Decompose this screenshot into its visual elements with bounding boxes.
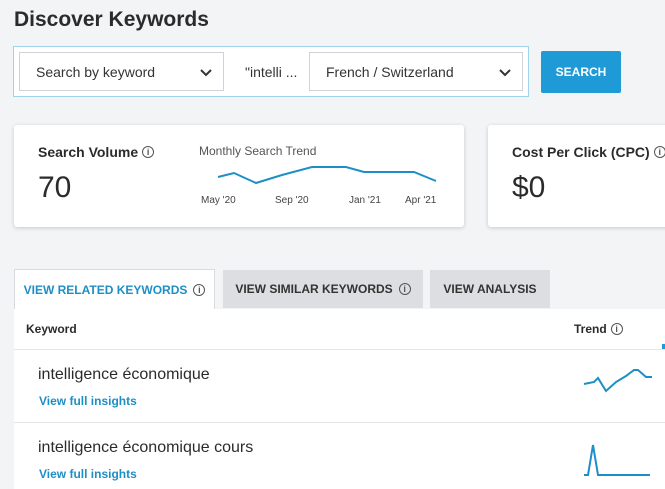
chevron-down-icon — [499, 69, 511, 77]
column-header-trend-label: Trend — [574, 322, 607, 336]
view-insights-link[interactable]: View full insights — [39, 467, 137, 481]
cpc-label-text: Cost Per Click (CPC) — [512, 144, 650, 160]
trend-tick: May '20 — [201, 195, 236, 206]
info-icon[interactable]: i — [193, 284, 206, 296]
info-icon[interactable]: i — [653, 146, 665, 158]
page-title: Discover Keywords — [14, 8, 209, 31]
chevron-down-icon — [200, 69, 212, 77]
search-type-select[interactable]: Search by keyword — [19, 52, 224, 91]
monthly-trend-sparkline — [217, 166, 437, 185]
cpc-label: Cost Per Click (CPC) i — [512, 144, 665, 160]
trend-tick: Sep '20 — [275, 195, 309, 206]
search-type-value: Search by keyword — [36, 63, 156, 80]
search-volume-label-text: Search Volume — [38, 144, 139, 160]
info-icon[interactable]: i — [398, 283, 411, 295]
keywords-table: Keyword Trend i intelligence économique … — [14, 309, 665, 489]
cpc-value: $0 — [512, 171, 546, 204]
tab-analysis-label: VIEW ANALYSIS — [443, 282, 537, 296]
search-volume-label: Search Volume i — [38, 144, 155, 160]
row-keyword: intelligence économique — [38, 366, 210, 383]
location-value: French / Switzerland — [326, 63, 454, 80]
view-insights-link[interactable]: View full insights — [39, 394, 137, 408]
trend-tick: Apr '21 — [405, 195, 437, 206]
table-row: intelligence économique cours View full … — [14, 423, 665, 489]
cpc-card: Cost Per Click (CPC) i $0 — [488, 125, 665, 227]
info-icon[interactable]: i — [142, 146, 155, 158]
info-icon[interactable]: i — [610, 323, 623, 335]
row-trend-sparkline — [583, 369, 652, 393]
search-bar: Search by keyword "intelli ... French / … — [13, 46, 529, 97]
trend-tick: Jan '21 — [349, 195, 381, 206]
column-header-keyword[interactable]: Keyword — [26, 322, 77, 336]
search-volume-value: 70 — [38, 171, 72, 204]
location-select[interactable]: French / Switzerland — [309, 52, 523, 91]
column-header-trend[interactable]: Trend i — [574, 322, 623, 336]
tab-similar-label: VIEW SIMILAR KEYWORDS — [235, 282, 393, 296]
tab-analysis[interactable]: VIEW ANALYSIS — [430, 270, 550, 308]
trend-title: Monthly Search Trend — [199, 144, 317, 158]
search-button[interactable]: SEARCH — [541, 51, 621, 93]
row-trend-sparkline — [584, 444, 650, 476]
search-volume-card: Search Volume i 70 Monthly Search Trend … — [14, 125, 464, 227]
tab-related-keywords[interactable]: VIEW RELATED KEYWORDS i — [14, 269, 215, 310]
tab-similar-keywords[interactable]: VIEW SIMILAR KEYWORDS i — [223, 270, 423, 308]
keyword-input[interactable]: "intelli ... — [245, 64, 297, 80]
tab-related-label: VIEW RELATED KEYWORDS — [23, 283, 188, 297]
row-keyword: intelligence économique cours — [38, 439, 254, 456]
table-row: intelligence économique View full insigh… — [14, 350, 665, 423]
